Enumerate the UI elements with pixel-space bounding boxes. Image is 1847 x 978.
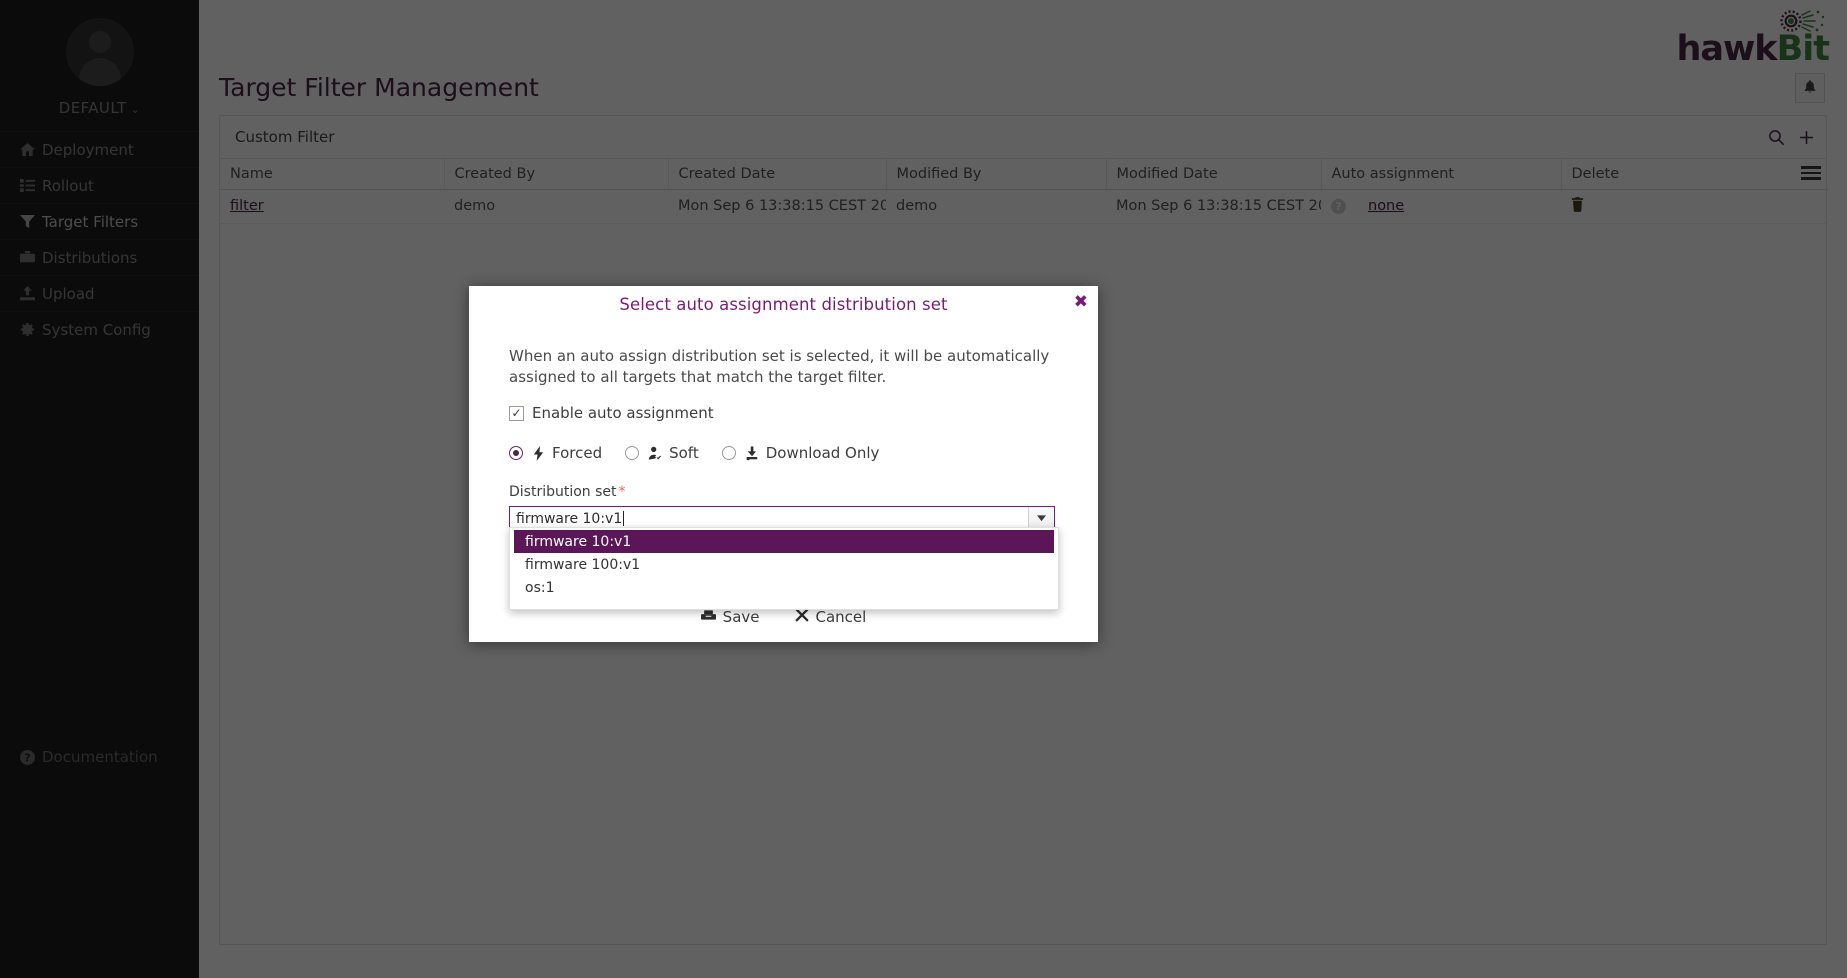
mode-option-download-only[interactable]: Download Only bbox=[721, 444, 880, 462]
radio-download-only[interactable] bbox=[721, 446, 736, 460]
option-item[interactable]: firmware 100:v1 bbox=[514, 553, 1054, 576]
option-item[interactable]: firmware 10:v1 bbox=[514, 530, 1054, 553]
enable-auto-assignment-label: Enable auto assignment bbox=[532, 404, 714, 422]
soft-person-icon bbox=[648, 446, 662, 461]
mode-label-download-only: Download Only bbox=[765, 444, 880, 462]
text-caret bbox=[623, 511, 625, 526]
bolt-icon bbox=[532, 445, 545, 461]
mode-option-soft[interactable]: Soft bbox=[625, 444, 699, 462]
dialog-title: Select auto assignment distribution set bbox=[619, 295, 948, 314]
close-icon[interactable]: ✖ bbox=[1074, 294, 1088, 311]
save-disk-icon bbox=[700, 608, 716, 626]
dialog-description: When an auto assign distribution set is … bbox=[509, 347, 1050, 386]
radio-forced[interactable] bbox=[509, 446, 523, 460]
dialog-footer: Save Cancel bbox=[469, 608, 1098, 626]
save-button[interactable]: Save bbox=[700, 608, 760, 626]
cancel-button-label: Cancel bbox=[815, 608, 867, 626]
required-asterisk: * bbox=[618, 484, 626, 500]
save-button-label: Save bbox=[722, 608, 760, 626]
app-root: DEFAULT⌄ Deployment Rollout Target Filte… bbox=[0, 0, 1847, 978]
enable-auto-assignment-checkbox[interactable]: ✓ bbox=[509, 405, 524, 421]
mode-label-soft: Soft bbox=[669, 444, 699, 462]
assignment-mode-group: Forced Soft Download Only bbox=[509, 444, 1058, 462]
radio-soft[interactable] bbox=[625, 446, 640, 460]
check-icon: ✓ bbox=[511, 406, 522, 420]
mode-label-forced: Forced bbox=[552, 444, 603, 462]
distribution-set-label: Distribution set * bbox=[509, 484, 1058, 500]
enable-auto-assignment-row[interactable]: ✓ Enable auto assignment bbox=[509, 404, 1058, 422]
download-icon bbox=[745, 446, 759, 461]
cancel-button[interactable]: Cancel bbox=[795, 608, 867, 626]
option-item[interactable]: os:1 bbox=[514, 576, 1054, 599]
dialog-body: When an auto assign distribution set is … bbox=[469, 314, 1098, 531]
mode-option-forced[interactable]: Forced bbox=[509, 444, 602, 462]
distribution-set-label-text: Distribution set bbox=[509, 484, 617, 500]
distribution-set-input-value: firmware 10:v1 bbox=[516, 510, 623, 527]
x-icon bbox=[795, 608, 809, 626]
distribution-set-options-list[interactable]: firmware 10:v1 firmware 100:v1 os:1 bbox=[509, 527, 1059, 610]
